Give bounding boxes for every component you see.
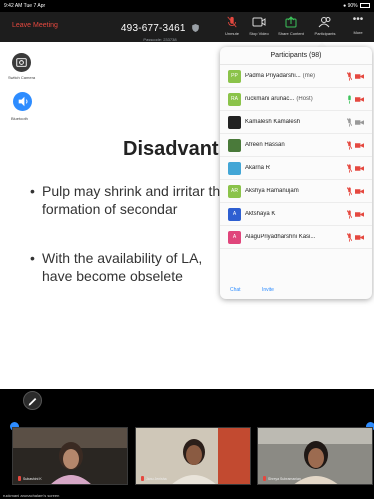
participant-row[interactable]: A AlaguPriyadharshni Kasi...: [220, 226, 372, 249]
battery-percent: 90%: [347, 3, 358, 9]
avatar: [228, 116, 241, 129]
meeting-info[interactable]: 493-677-3461 Passcode: 233738: [110, 18, 210, 42]
video-tile[interactable]: Shreya Subramanian: [257, 427, 373, 485]
camera-switch-icon: [16, 58, 27, 67]
avatar: PP: [228, 70, 241, 83]
participant-name: Padma Priyadarshi... (me): [245, 73, 316, 79]
participant-row[interactable]: Afreen Hassan: [220, 134, 372, 157]
mic-muted-icon: [347, 187, 352, 196]
video-tile[interactable]: Subashini K: [12, 427, 128, 485]
chat-button[interactable]: Chat: [230, 287, 241, 293]
audio-output-label: Bluetooth: [11, 116, 28, 121]
avatar: A: [228, 208, 241, 221]
video-off-icon: [355, 212, 364, 217]
slide-bullet: • With the availability of LA, have beco…: [30, 249, 230, 285]
mic-muted-icon: [347, 72, 352, 81]
status-time: 9:42 AM Tue 7 Apr: [4, 3, 46, 9]
meeting-id: 493-677-3461: [120, 23, 186, 34]
video-tile-name: Shreya Subramanian: [263, 476, 301, 481]
avatar: RA: [228, 93, 241, 106]
avatar: A: [228, 231, 241, 244]
video-camera-icon: [252, 17, 266, 27]
video-off-icon: [355, 143, 364, 148]
stop-video-button[interactable]: Stop Video: [244, 16, 274, 36]
participants-label: Participants: [314, 31, 336, 36]
video-tile[interactable]: Janu Jenisha: [135, 427, 251, 485]
mic-muted-icon: [141, 476, 144, 481]
video-tile-name: Subashini K: [18, 476, 42, 481]
participant-name: Afreen Hassan: [245, 142, 285, 148]
stop-video-label: Stop Video: [249, 31, 269, 36]
unmute-button[interactable]: Unmute: [217, 16, 247, 36]
speaker-icon: [18, 96, 28, 107]
share-content-label: Share Content: [278, 31, 304, 36]
video-off-icon: [355, 74, 364, 79]
mic-muted-icon: [347, 210, 352, 219]
participants-button[interactable]: Participants: [310, 16, 340, 36]
participants-panel: Participants (98) PP Padma Priyadarshi...…: [220, 47, 372, 299]
switch-camera-button[interactable]: [12, 53, 31, 72]
screen-share-caption: ruckmani arunachalam's screen: [3, 493, 60, 498]
leave-meeting-button[interactable]: Leave Meeting: [12, 22, 58, 29]
mic-muted-icon: [263, 476, 266, 481]
pencil-icon: [28, 397, 37, 406]
video-tile-name: Janu Jenisha: [141, 476, 167, 481]
bullet-dot: •: [30, 183, 35, 199]
video-off-icon: [355, 97, 364, 102]
participant-name: Akarna R: [245, 165, 271, 171]
avatar: [228, 139, 241, 152]
mic-muted-icon: [227, 16, 237, 28]
mic-icon: [348, 95, 351, 104]
status-battery: ● 90%: [343, 0, 370, 12]
unmute-label: Unmute: [224, 31, 239, 36]
invite-button[interactable]: Invite: [262, 287, 274, 293]
status-bar: 9:42 AM Tue 7 Apr ● 90%: [0, 0, 374, 12]
participant-name: Kamalesh Kamalesh: [245, 119, 301, 125]
participants-icon: [318, 17, 331, 28]
mic-muted-icon: [347, 118, 352, 127]
video-off-icon: [355, 166, 364, 171]
avatar: [228, 162, 241, 175]
switch-camera-label: Switch Camera: [8, 75, 36, 80]
video-off-icon: [355, 235, 364, 240]
share-arrow-icon: [285, 16, 297, 28]
participant-row[interactable]: RA ruckmani arunac... (Host): [220, 88, 372, 111]
slide-bullet-text: Pulp may shrink and irritar the formatio…: [42, 183, 228, 217]
participant-row[interactable]: A Aktshaya K: [220, 203, 372, 226]
battery-icon: [360, 3, 370, 8]
avatar: AR: [228, 185, 241, 198]
slide-bullet-text: With the availability of LA, have become…: [42, 250, 203, 284]
more-label: More: [353, 30, 363, 35]
participant-row[interactable]: Kamalesh Kamalesh: [220, 111, 372, 134]
shield-icon: [192, 24, 199, 32]
mic-muted-icon: [347, 233, 352, 242]
video-off-icon: [355, 189, 364, 194]
participant-row[interactable]: PP Padma Priyadarshi... (me): [220, 65, 372, 88]
mic-muted-icon: [347, 164, 352, 173]
more-button[interactable]: ••• More: [343, 14, 373, 36]
video-gallery: Subashini K Janu Jenisha Shreya Subraman…: [0, 389, 374, 499]
more-dots-icon: •••: [352, 14, 364, 25]
participant-name: Aktshaya K: [245, 211, 276, 217]
mic-muted-icon: [347, 141, 352, 150]
participant-row[interactable]: AR Akshya Ramanujam: [220, 180, 372, 203]
slide-title: Disadvant: [123, 138, 219, 160]
annotate-button[interactable]: [23, 391, 42, 410]
bullet-dot: •: [30, 250, 35, 266]
participant-name: AlaguPriyadharshni Kasi...: [245, 234, 316, 240]
audio-output-button[interactable]: [13, 92, 32, 111]
mic-muted-icon: [18, 476, 21, 481]
participant-name: ruckmani arunac... (Host): [245, 96, 313, 102]
wifi-icon: ●: [343, 3, 347, 9]
participants-panel-title: Participants (98): [220, 47, 372, 65]
meeting-toolbar: Leave Meeting 493-677-3461 Passcode: 233…: [0, 12, 374, 42]
participant-name: Akshya Ramanujam: [245, 188, 299, 194]
participant-row[interactable]: Akarna R: [220, 157, 372, 180]
share-content-button[interactable]: Share Content: [276, 16, 306, 36]
slide-bullet: • Pulp may shrink and irritar the format…: [30, 182, 230, 218]
video-off-icon: [355, 120, 364, 125]
